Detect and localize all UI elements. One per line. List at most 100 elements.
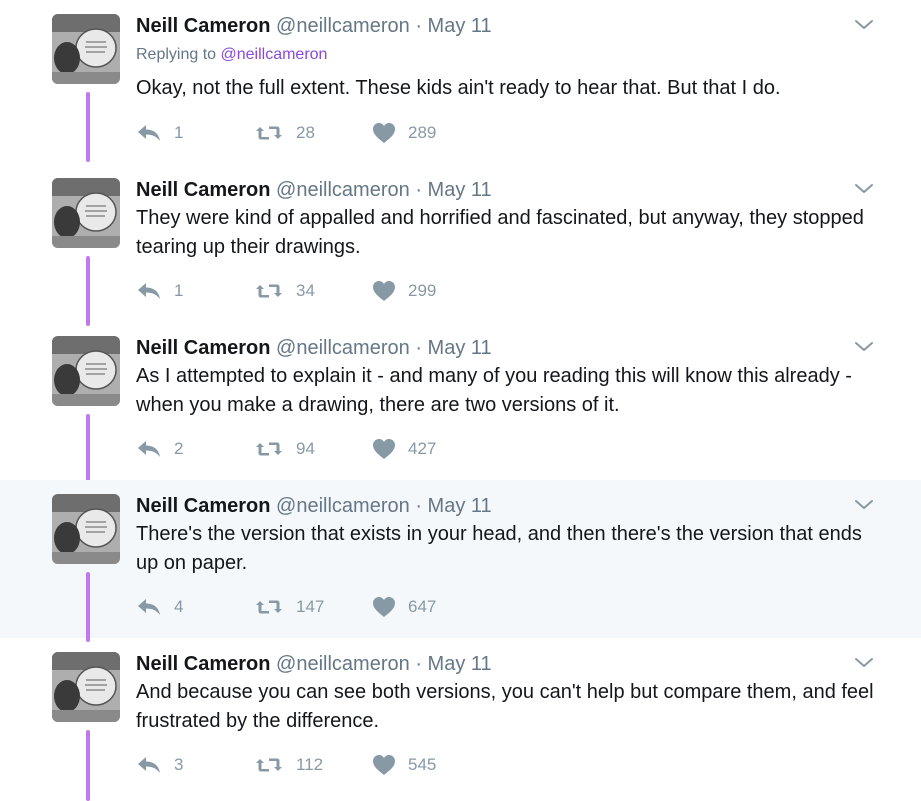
separator: · [415, 179, 422, 201]
avatar-image [52, 494, 120, 564]
reply-button[interactable]: 1 [136, 118, 183, 148]
avatar-image [52, 14, 120, 84]
reply-button[interactable]: 2 [136, 434, 183, 464]
reply-button[interactable]: 3 [136, 750, 183, 780]
like-count: 647 [408, 597, 437, 616]
replying-to-label: Replying to [136, 46, 217, 63]
retweet-button[interactable]: 147 [254, 592, 324, 622]
thread-connector-line [86, 414, 90, 484]
thread-connector-line [86, 730, 90, 801]
retweet-icon [256, 758, 282, 772]
thread-connector-line [86, 256, 90, 326]
retweet-count: 28 [296, 123, 315, 142]
chevron-down-icon [855, 658, 873, 667]
tweet-actions: 1 28 289 [136, 118, 556, 148]
reply-count: 3 [174, 755, 184, 774]
tweet-header: Neill Cameron @neillcameron · May 11 [136, 492, 492, 520]
tweet-thread: Neill Cameron @neillcameron · May 11 Rep… [0, 0, 921, 801]
tweet[interactable]: Neill Cameron @neillcameron · May 11 As … [0, 322, 921, 484]
reply-icon [138, 283, 160, 299]
like-button[interactable]: 545 [372, 750, 436, 780]
reply-count: 2 [174, 439, 184, 458]
tweet-header: Neill Cameron @neillcameron · May 11 [136, 176, 492, 204]
reply-count: 1 [174, 123, 184, 142]
author-name[interactable]: Neill Cameron [136, 495, 270, 517]
like-button[interactable]: 427 [372, 434, 436, 464]
author-handle[interactable]: @neillcameron [276, 15, 410, 37]
tweet-actions: 3 112 545 [136, 750, 556, 780]
tweet-menu-button[interactable] [853, 652, 875, 674]
chevron-down-icon [855, 342, 873, 351]
retweet-icon [256, 600, 282, 614]
retweet-icon [256, 126, 282, 140]
heart-icon [373, 755, 395, 775]
like-button[interactable]: 299 [372, 276, 436, 306]
reply-button[interactable]: 4 [136, 592, 183, 622]
tweet-text: Okay, not the full extent. These kids ai… [136, 77, 781, 99]
tweet-date[interactable]: May 11 [428, 15, 492, 37]
tweet-text: And because you can see both versions, y… [136, 681, 874, 732]
avatar-image [52, 178, 120, 248]
tweet-menu-button[interactable] [853, 14, 875, 36]
reply-icon [138, 125, 160, 141]
like-button[interactable]: 289 [372, 118, 436, 148]
author-name[interactable]: Neill Cameron [136, 179, 270, 201]
retweet-count: 34 [296, 281, 315, 300]
avatar[interactable] [52, 178, 120, 248]
tweet-actions: 1 34 299 [136, 276, 556, 306]
heart-icon [373, 281, 395, 301]
author-handle[interactable]: @neillcameron [276, 179, 410, 201]
author-name[interactable]: Neill Cameron [136, 15, 270, 37]
tweet[interactable]: Neill Cameron @neillcameron · May 11 The… [0, 164, 921, 326]
tweet-date[interactable]: May 11 [428, 653, 492, 675]
retweet-button[interactable]: 94 [254, 434, 315, 464]
tweet[interactable]: Neill Cameron @neillcameron · May 11 The… [0, 480, 921, 642]
retweet-button[interactable]: 34 [254, 276, 315, 306]
tweet-text: They were kind of appalled and horrified… [136, 207, 864, 258]
retweet-count: 112 [296, 755, 324, 774]
avatar[interactable] [52, 14, 120, 84]
tweet-header: Neill Cameron @neillcameron · May 11 [136, 12, 492, 40]
separator: · [415, 653, 422, 675]
tweet-menu-button[interactable] [853, 336, 875, 358]
tweet[interactable]: Neill Cameron @neillcameron · May 11 And… [0, 638, 921, 801]
author-handle[interactable]: @neillcameron [276, 495, 410, 517]
avatar[interactable] [52, 494, 120, 564]
reply-count: 1 [174, 281, 184, 300]
like-count: 427 [408, 439, 437, 458]
tweet-header: Neill Cameron @neillcameron · May 11 [136, 650, 492, 678]
chevron-down-icon [855, 500, 873, 509]
chevron-down-icon [855, 20, 873, 29]
avatar-image [52, 652, 120, 722]
reply-button[interactable]: 1 [136, 276, 183, 306]
reply-icon [138, 757, 160, 773]
tweet-date[interactable]: May 11 [428, 179, 492, 201]
retweet-button[interactable]: 112 [254, 750, 323, 780]
avatar-image [52, 336, 120, 406]
thread-connector-line [86, 572, 90, 642]
reply-icon [138, 599, 160, 615]
avatar[interactable] [52, 652, 120, 722]
like-count: 289 [408, 123, 437, 142]
like-count: 545 [408, 755, 437, 774]
heart-icon [373, 439, 395, 459]
tweet-menu-button[interactable] [853, 178, 875, 200]
separator: · [415, 15, 422, 37]
tweet-date[interactable]: May 11 [428, 337, 492, 359]
tweet-menu-button[interactable] [853, 494, 875, 516]
reply-count: 4 [174, 597, 184, 616]
retweet-button[interactable]: 28 [254, 118, 315, 148]
like-button[interactable]: 647 [372, 592, 436, 622]
tweet[interactable]: Neill Cameron @neillcameron · May 11 Rep… [0, 0, 921, 162]
author-name[interactable]: Neill Cameron [136, 653, 270, 675]
heart-icon [373, 123, 395, 143]
author-handle[interactable]: @neillcameron [276, 337, 410, 359]
author-name[interactable]: Neill Cameron [136, 337, 270, 359]
retweet-count: 147 [296, 597, 325, 616]
tweet-text: As I attempted to explain it - and many … [136, 365, 852, 416]
tweet-header: Neill Cameron @neillcameron · May 11 [136, 334, 492, 362]
replying-to-mention[interactable]: @neillcameron [221, 46, 328, 63]
author-handle[interactable]: @neillcameron [276, 653, 410, 675]
avatar[interactable] [52, 336, 120, 406]
tweet-date[interactable]: May 11 [428, 495, 492, 517]
